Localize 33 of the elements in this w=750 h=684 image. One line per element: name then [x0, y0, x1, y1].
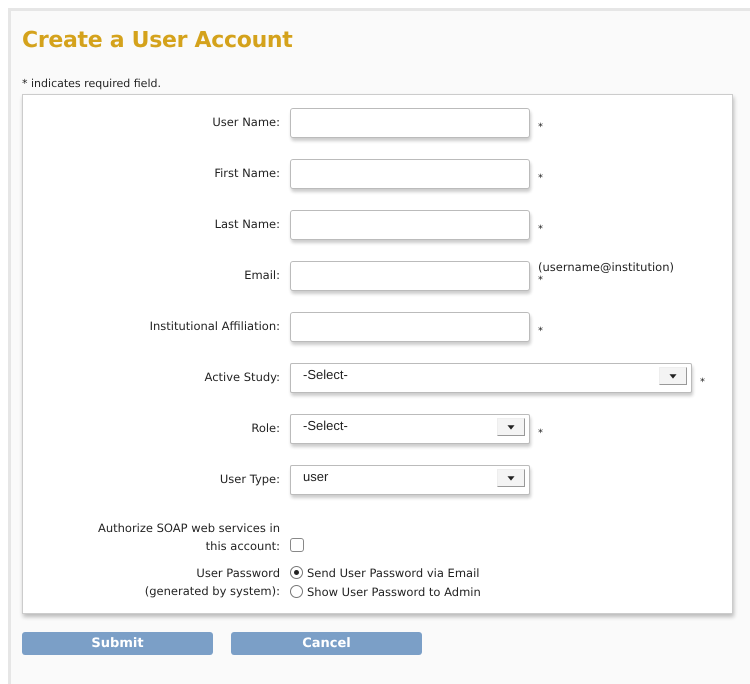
field-label: Authorize SOAP web services in this account:: [96, 520, 280, 556]
text-field[interactable]: [290, 210, 530, 240]
field-label: User Password (generated by system):: [144, 564, 280, 600]
select-dropdown[interactable]: user: [290, 464, 530, 494]
required-mark: *: [538, 122, 543, 132]
select-dropdown[interactable]: -Select-: [290, 362, 692, 392]
required-note: * indicates required field.: [22, 77, 162, 90]
field-label: Role:: [250, 420, 280, 438]
field-label: User Name:: [211, 114, 280, 132]
field-hint: (username@institution): [538, 260, 674, 274]
field-label: Active Study:: [204, 369, 280, 386]
select-dropdown[interactable]: -Select-: [290, 414, 530, 444]
field-label: Institutional Affiliation:: [148, 318, 280, 336]
text-field[interactable]: [290, 260, 530, 290]
required-mark: *: [538, 428, 543, 438]
required-mark: *: [538, 326, 543, 336]
text-field[interactable]: [290, 108, 530, 138]
radio-button[interactable]: [290, 566, 303, 580]
field-label: Email:: [243, 267, 280, 284]
radio-label: Send User Password via Email: [307, 566, 480, 580]
field-label: First Name:: [213, 165, 280, 182]
required-mark: *: [538, 174, 543, 184]
text-field[interactable]: [290, 312, 530, 342]
field-label: User Type:: [218, 471, 280, 488]
radio-label: Show User Password to Admin: [307, 584, 481, 599]
required-mark: *: [538, 224, 543, 234]
page-title: Create a User Account: [22, 28, 294, 53]
text-field[interactable]: [290, 158, 530, 188]
required-mark: *: [700, 378, 705, 388]
required-mark: *: [538, 276, 543, 286]
radio-button[interactable]: [290, 585, 303, 598]
field-label: Last Name:: [214, 216, 280, 234]
checkbox[interactable]: [290, 538, 304, 552]
